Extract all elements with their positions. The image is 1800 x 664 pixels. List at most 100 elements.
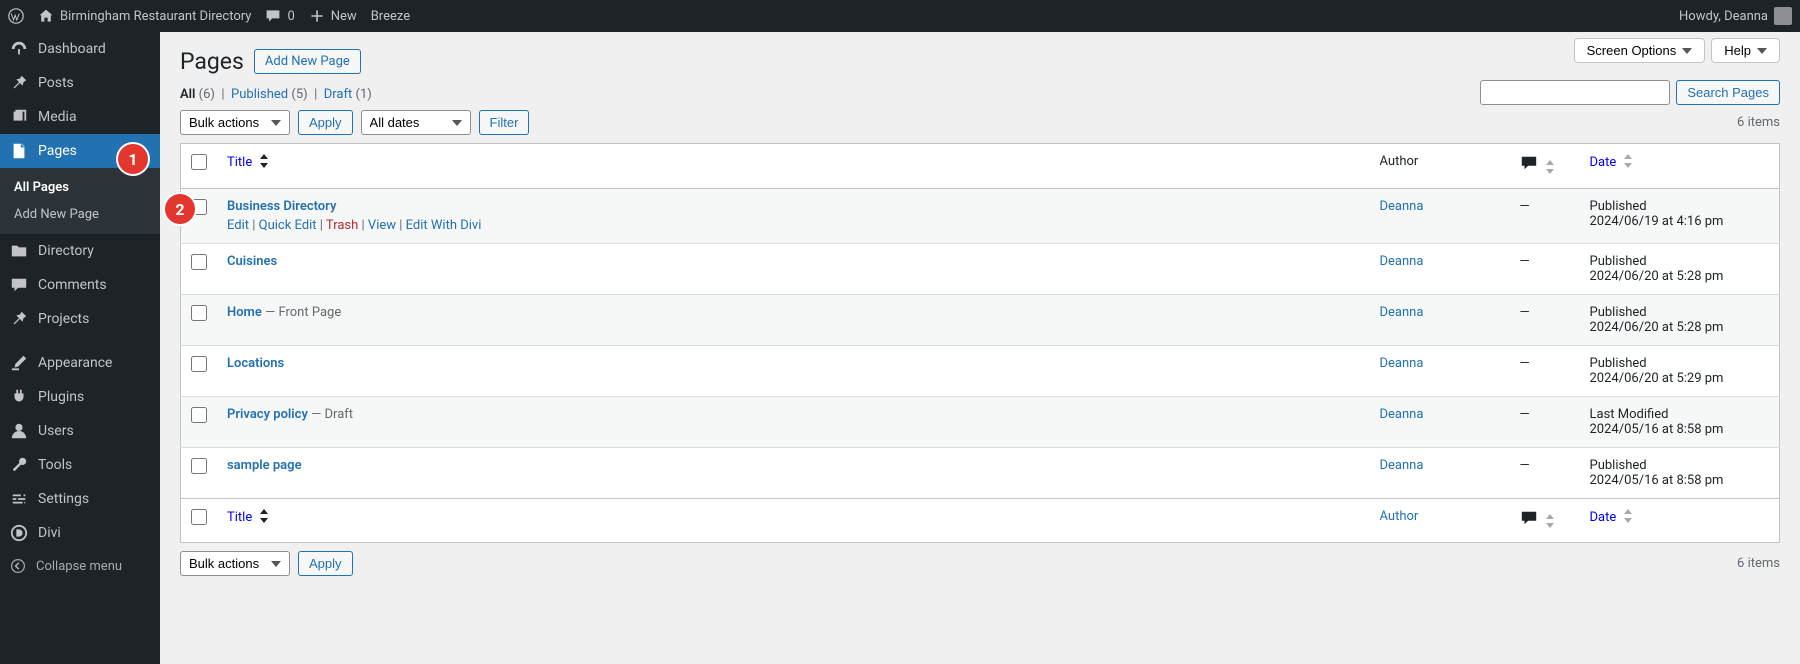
filter-published[interactable]: Published [231, 87, 288, 102]
admin-sidebar: Dashboard Posts Media Pages All Pages Ad… [0, 32, 160, 664]
comment-icon [10, 276, 28, 294]
pin-icon [10, 74, 28, 92]
row-title-link[interactable]: Business Directory [227, 199, 336, 214]
callout-2: 2 [165, 194, 195, 224]
site-home[interactable]: Birmingham Restaurant Directory [38, 8, 251, 24]
collapse-menu[interactable]: Collapse menu [0, 550, 160, 582]
search-input[interactable] [1480, 80, 1670, 105]
row-comments: — [1510, 294, 1580, 345]
row-author-link[interactable]: Deanna [1380, 305, 1424, 320]
row-date: Last Modified2024/05/16 at 8:58 pm [1580, 396, 1780, 447]
comments-column-icon[interactable] [1520, 516, 1538, 531]
adminbar-comments[interactable]: 0 [265, 8, 294, 24]
row-checkbox[interactable] [191, 407, 207, 423]
caret-down-icon [1682, 48, 1692, 54]
filter-button[interactable]: Filter [479, 110, 530, 135]
column-author: Author [1370, 144, 1510, 189]
row-author-link[interactable]: Deanna [1380, 458, 1424, 473]
screen-options-button[interactable]: Screen Options [1574, 38, 1706, 63]
comments-column-icon[interactable] [1520, 161, 1538, 176]
row-checkbox[interactable] [191, 356, 207, 372]
adminbar-howdy[interactable]: Howdy, Deanna [1679, 7, 1792, 25]
sidebar-submenu-pages: All Pages Add New Page [0, 168, 160, 234]
row-author-link[interactable]: Deanna [1380, 407, 1424, 422]
table-row: Business Directory Edit | Quick Edit | T… [181, 188, 1780, 243]
media-icon [10, 108, 28, 126]
row-action-quick-edit[interactable]: Quick Edit [259, 218, 317, 233]
row-checkbox[interactable] [191, 458, 207, 474]
sort-indicator-icon [1545, 160, 1555, 178]
page-icon [10, 142, 28, 160]
row-action-edit-divi[interactable]: Edit With Divi [406, 218, 482, 233]
adminbar-new-label: New [331, 9, 357, 24]
sort-by-title[interactable]: Title [227, 155, 269, 170]
sidebar-item-projects[interactable]: Projects [0, 302, 160, 336]
wp-logo[interactable] [8, 8, 24, 24]
dashboard-icon [10, 40, 28, 58]
dates-select[interactable]: All dates [361, 110, 471, 135]
sidebar-sub-add-new[interactable]: Add New Page [0, 201, 160, 228]
sort-by-date[interactable]: Date [1590, 155, 1634, 170]
row-author-link[interactable]: Deanna [1380, 254, 1424, 269]
row-checkbox[interactable] [191, 254, 207, 270]
add-new-page-button[interactable]: Add New Page [254, 49, 361, 74]
column-author: Author [1370, 498, 1510, 543]
sort-by-date[interactable]: Date [1590, 510, 1634, 525]
row-author-link[interactable]: Deanna [1380, 199, 1424, 214]
sort-by-title[interactable]: Title [227, 510, 269, 525]
row-comments: — [1510, 345, 1580, 396]
bulk-actions-select-bottom[interactable]: Bulk actions [180, 551, 290, 576]
row-title-link[interactable]: Cuisines [227, 254, 277, 269]
sort-indicator-icon [1545, 514, 1555, 532]
plug-icon [10, 388, 28, 406]
help-button[interactable]: Help [1711, 38, 1780, 63]
bulk-apply-button[interactable]: Apply [298, 110, 353, 135]
table-row: Home — Front Page Deanna — Published2024… [181, 294, 1780, 345]
sidebar-item-directory[interactable]: Directory [0, 234, 160, 268]
sidebar-item-plugins[interactable]: Plugins [0, 380, 160, 414]
row-date: Published2024/05/16 at 8:58 pm [1580, 447, 1780, 498]
sidebar-item-dashboard[interactable]: Dashboard [0, 32, 160, 66]
avatar [1774, 7, 1792, 25]
row-action-view[interactable]: View [368, 218, 396, 233]
select-all-bottom[interactable] [191, 509, 207, 525]
filter-all[interactable]: All [180, 87, 195, 102]
user-icon [10, 422, 28, 440]
sort-indicator-icon [1623, 154, 1633, 172]
site-title: Birmingham Restaurant Directory [60, 9, 251, 24]
filter-draft[interactable]: Draft [324, 87, 353, 102]
sidebar-item-users[interactable]: Users [0, 414, 160, 448]
sidebar-item-appearance[interactable]: Appearance [0, 346, 160, 380]
sidebar-item-comments[interactable]: Comments [0, 268, 160, 302]
sidebar-sub-all-pages[interactable]: All Pages [0, 174, 160, 201]
bulk-actions-select[interactable]: Bulk actions [180, 110, 290, 135]
row-title-link[interactable]: Privacy policy [227, 407, 308, 422]
adminbar-breeze[interactable]: Breeze [371, 9, 410, 24]
items-count-top: 6 items [1737, 115, 1780, 130]
sidebar-item-divi[interactable]: Divi [0, 516, 160, 550]
table-row: Cuisines Deanna — Published2024/06/20 at… [181, 243, 1780, 294]
status-filters: All (6) | Published (5) | Draft (1) [180, 87, 372, 102]
admin-bar: Birmingham Restaurant Directory 0 New Br… [0, 0, 1800, 32]
row-checkbox[interactable] [191, 305, 207, 321]
sidebar-item-tools[interactable]: Tools [0, 448, 160, 482]
row-author-link[interactable]: Deanna [1380, 356, 1424, 371]
select-all-top[interactable] [191, 154, 207, 170]
sidebar-item-settings[interactable]: Settings [0, 482, 160, 516]
row-title-link[interactable]: sample page [227, 458, 302, 473]
bulk-apply-button-bottom[interactable]: Apply [298, 551, 353, 576]
row-action-trash[interactable]: Trash [326, 218, 358, 233]
row-action-edit[interactable]: Edit [227, 218, 249, 233]
adminbar-comments-count: 0 [287, 9, 294, 24]
search-pages-button[interactable]: Search Pages [1676, 80, 1780, 105]
main-content: Screen Options Help Pages Add New Page A… [160, 32, 1800, 664]
row-title-link[interactable]: Home [227, 305, 262, 320]
row-title-link[interactable]: Locations [227, 356, 284, 371]
sidebar-item-posts[interactable]: Posts [0, 66, 160, 100]
sort-indicator-icon [259, 154, 269, 172]
sidebar-item-media[interactable]: Media [0, 100, 160, 134]
row-date: Published2024/06/19 at 4:16 pm [1580, 188, 1780, 243]
adminbar-new[interactable]: New [309, 8, 357, 24]
divi-icon [10, 524, 28, 542]
home-icon [38, 8, 54, 24]
